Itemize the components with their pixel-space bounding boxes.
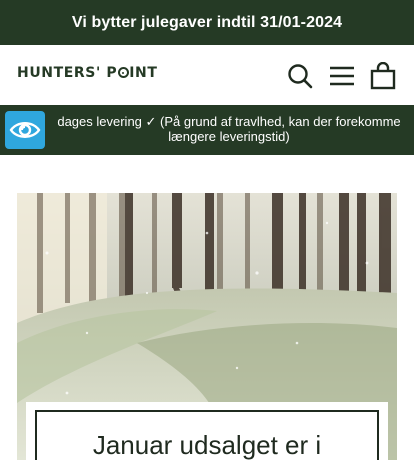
shipping-message-line2: længere leveringstid): [168, 129, 290, 144]
shipping-message: dages levering ✓ (På grund af travlhed, …: [48, 114, 410, 144]
delivery-badge: [5, 111, 45, 149]
shipping-info-bar: dages levering ✓ (På grund af travlhed, …: [0, 105, 414, 155]
hero-caption-card: Januar udsalget er i: [26, 402, 388, 460]
logo-text-part2: INT: [129, 65, 158, 81]
hero-caption-frame: Januar udsalget er i: [35, 410, 379, 460]
hamburger-menu-icon: [330, 66, 354, 86]
announcement-bar: Vi bytter julegaver indtil 31/01-2024: [0, 0, 414, 45]
logo-text-part1: HUNTERS' P: [17, 65, 118, 81]
menu-button[interactable]: [328, 62, 356, 90]
shopping-bag-icon: [370, 62, 396, 90]
search-icon: [288, 64, 313, 89]
site-header: HUNTERS' P INT: [0, 45, 414, 105]
search-button[interactable]: [286, 62, 314, 90]
logo-o-ring-icon: [117, 67, 129, 78]
announcement-text: Vi bytter julegaver indtil 31/01-2024: [71, 13, 343, 31]
shipping-message-line1: dages levering ✓ (På grund af travlhed, …: [57, 114, 401, 129]
hero-title: Januar udsalget er i: [92, 430, 322, 460]
brand-logo[interactable]: HUNTERS' P INT: [17, 65, 157, 81]
eye-logo-icon: [9, 122, 41, 138]
cart-button[interactable]: [369, 62, 397, 90]
